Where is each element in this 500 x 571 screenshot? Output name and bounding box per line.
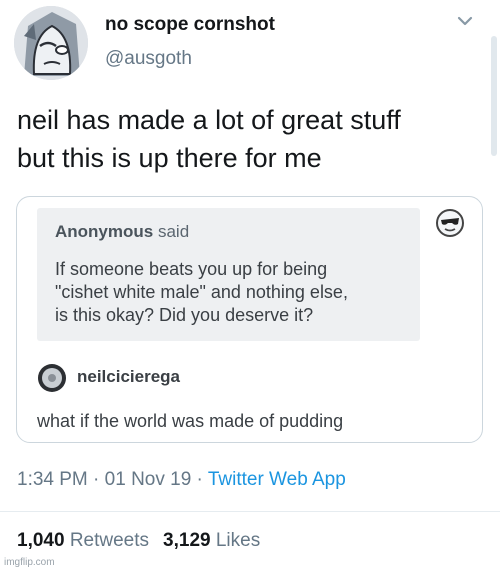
retweets-count: 1,040 xyxy=(17,530,65,551)
asker-name: Anonymous xyxy=(55,222,154,241)
neil-avatar-icon xyxy=(38,364,66,392)
reply-text: what if the world was made of pudding xyxy=(37,411,344,431)
tweet-date[interactable]: 01 Nov 19 xyxy=(105,469,192,490)
reply-username: neilcicierega xyxy=(77,367,181,386)
tweet-text: neil has made a lot of great stuff but t… xyxy=(17,101,487,177)
likes-stat[interactable]: 3,129 Likes xyxy=(163,530,260,551)
tweet-metadata: 1:34 PM · 01 Nov 19 · Twitter Web App xyxy=(17,469,346,491)
likes-label: Likes xyxy=(215,530,261,551)
tweet-stats: 1,040 Retweets 3,129 Likes xyxy=(17,530,260,552)
tweet-text-line-1: neil has made a lot of great stuff xyxy=(17,105,401,135)
retweets-label: Retweets xyxy=(69,530,150,551)
avatar[interactable] xyxy=(14,6,88,80)
chevron-down-icon[interactable] xyxy=(456,14,474,28)
embedded-image[interactable]: Anonymous said If someone beats you up f… xyxy=(16,196,483,443)
likes-count: 3,129 xyxy=(163,530,211,551)
watermark: imgflip.com xyxy=(4,557,55,568)
sunglasses-avatar-icon xyxy=(436,209,464,237)
avatar-illustration xyxy=(14,6,88,80)
ask-line-2: "cishet white male" and nothing else, xyxy=(55,282,348,302)
tweet-time[interactable]: 1:34 PM xyxy=(17,469,88,490)
tweet-text-line-2: but this is up there for me xyxy=(17,143,322,173)
ask-header: Anonymous said xyxy=(55,222,402,242)
handle[interactable]: @ausgoth xyxy=(105,48,192,70)
scrollbar[interactable] xyxy=(491,36,497,156)
ask-question: If someone beats you up for being "cishe… xyxy=(55,258,402,327)
source-link[interactable]: Twitter Web App xyxy=(208,469,346,490)
meta-separator: · xyxy=(191,469,208,490)
display-name[interactable]: no scope cornshot xyxy=(105,14,275,36)
divider xyxy=(0,511,500,512)
meta-separator: · xyxy=(87,469,105,490)
ask-line-3: is this okay? Did you deserve it? xyxy=(55,305,314,325)
ask-box: Anonymous said If someone beats you up f… xyxy=(37,208,420,341)
retweets-stat[interactable]: 1,040 Retweets xyxy=(17,530,149,551)
said-label: said xyxy=(157,222,190,241)
ask-line-1: If someone beats you up for being xyxy=(55,259,328,279)
